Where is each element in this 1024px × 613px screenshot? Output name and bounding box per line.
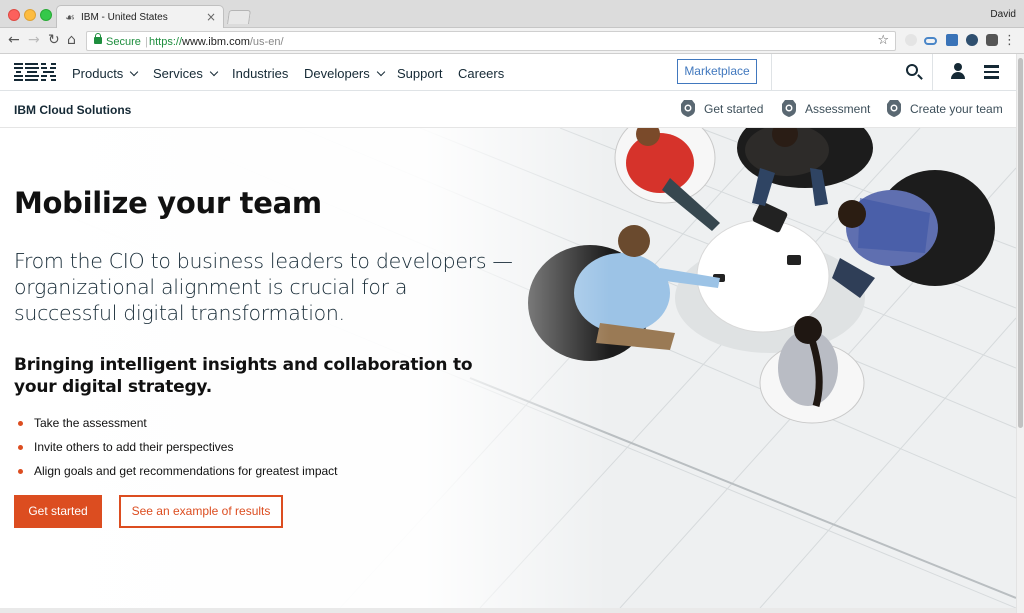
bee-favicon-icon: ☙ — [65, 11, 75, 24]
omnibox-separator: | — [145, 36, 148, 48]
chevron-down-icon — [376, 67, 386, 77]
badge-icon — [681, 100, 695, 117]
nav-services[interactable]: Services — [153, 66, 219, 81]
tab-title: IBM - United States — [81, 12, 168, 23]
extension-icon[interactable] — [905, 34, 917, 46]
browser-toolbar: ← → ↻ ⌂ Secure | https://www.ibm.com/us-… — [0, 28, 1024, 54]
person-extension-icon[interactable] — [946, 34, 958, 46]
hero-subtitle: Bringing intelligent insights and collab… — [14, 355, 473, 397]
hero-title: Mobilize your team — [14, 186, 322, 220]
user-profile-icon[interactable] — [950, 63, 966, 80]
url-scheme: https:// — [149, 36, 183, 48]
nav-careers[interactable]: Careers — [458, 66, 504, 81]
pocket-extension-icon[interactable] — [986, 34, 998, 46]
search-icon[interactable] — [906, 64, 918, 76]
nav-support[interactable]: Support — [397, 66, 443, 81]
subnav-create-team[interactable]: Create your team — [910, 102, 1003, 116]
page-bottom-strip — [0, 608, 1016, 613]
list-item: Take the assessment — [16, 415, 338, 439]
bookmark-star-icon[interactable]: ☆ — [877, 33, 889, 48]
badge-icon — [782, 100, 796, 117]
chevron-down-icon — [130, 67, 139, 77]
bullet-dot-icon — [18, 469, 23, 474]
back-arrow-icon[interactable]: ← — [8, 32, 20, 48]
subnav-get-started[interactable]: Get started — [704, 102, 763, 116]
reload-icon[interactable]: ↻ — [48, 32, 60, 48]
profile-name[interactable]: David — [990, 9, 1016, 20]
ibm-logo[interactable] — [14, 63, 56, 81]
chevron-down-icon — [209, 67, 219, 77]
url-host: www.ibm.com — [182, 36, 250, 48]
url-text[interactable]: https://www.ibm.com/us-en/ — [149, 36, 284, 48]
marketplace-button[interactable]: Marketplace — [677, 59, 757, 84]
hamburger-menu-icon[interactable] — [984, 65, 999, 79]
new-tab-button[interactable] — [227, 10, 251, 24]
minimize-window-button[interactable] — [24, 9, 36, 21]
list-item: Invite others to add their perspectives — [16, 439, 338, 463]
bullet-text: Invite others to add their perspectives — [34, 440, 234, 454]
see-example-results-button[interactable]: See an example of results — [119, 495, 283, 528]
bullet-text: Align goals and get recommendations for … — [34, 464, 338, 478]
scrollbar-thumb[interactable] — [1018, 58, 1023, 428]
forward-arrow-icon[interactable]: → — [28, 32, 40, 48]
masthead-divider — [771, 54, 772, 91]
tab-close-icon[interactable]: × — [206, 10, 216, 24]
browser-tab-bar: ☙ IBM - United States × David — [0, 0, 1024, 29]
subnav-title[interactable]: IBM Cloud Solutions — [14, 103, 131, 117]
url-path: /us-en/ — [249, 36, 284, 48]
subnav-assessment[interactable]: Assessment — [805, 102, 870, 116]
nav-developers[interactable]: Developers — [304, 66, 386, 81]
browser-menu-icon[interactable]: ⋮ — [1003, 33, 1016, 48]
home-icon[interactable]: ⌂ — [67, 32, 76, 48]
hero-lede: From the CIO to business leaders to deve… — [14, 249, 513, 325]
secure-label: Secure — [106, 36, 141, 48]
close-window-button[interactable] — [8, 9, 20, 21]
nav-developers-label: Developers — [304, 66, 370, 81]
badge-icon — [887, 100, 901, 117]
page-scrollbar[interactable] — [1016, 54, 1024, 613]
list-item: Align goals and get recommendations for … — [16, 463, 338, 487]
hero-bullet-list: Take the assessment Invite others to add… — [16, 415, 338, 487]
nav-industries[interactable]: Industries — [232, 66, 288, 81]
hero-section: Mobilize your team From the CIO to busin… — [0, 128, 1016, 608]
browser-tab[interactable]: ☙ IBM - United States × — [56, 5, 224, 29]
masthead-divider — [932, 54, 933, 91]
maximize-window-button[interactable] — [40, 9, 52, 21]
bullet-dot-icon — [18, 445, 23, 450]
get-started-button[interactable]: Get started — [14, 495, 102, 528]
bullet-dot-icon — [18, 421, 23, 426]
site-masthead: Products Services Industries Developers … — [0, 54, 1016, 91]
nav-products[interactable]: Products — [72, 66, 139, 81]
link-extension-icon[interactable] — [924, 37, 937, 45]
bullet-text: Take the assessment — [34, 416, 147, 430]
lock-icon — [94, 33, 102, 44]
shield-extension-icon[interactable] — [966, 34, 978, 46]
address-bar[interactable]: Secure | https://www.ibm.com/us-en/ ☆ — [86, 31, 896, 51]
sub-navigation: IBM Cloud Solutions Get started Assessme… — [0, 91, 1016, 128]
nav-products-label: Products — [72, 66, 124, 81]
nav-services-label: Services — [153, 66, 203, 81]
